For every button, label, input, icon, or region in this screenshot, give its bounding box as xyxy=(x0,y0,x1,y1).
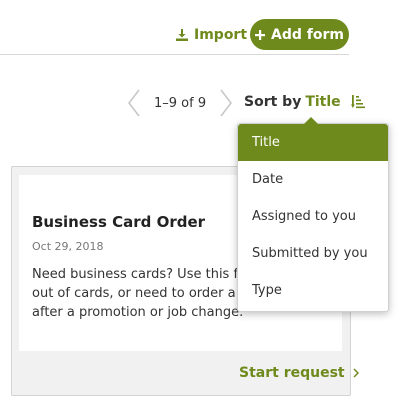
sort-option-title[interactable]: Title xyxy=(238,124,388,161)
pagination: 1–9 of 9 xyxy=(126,88,234,118)
sort-option-type[interactable]: Type xyxy=(238,272,388,309)
import-label: Import xyxy=(194,27,248,43)
sort-value[interactable]: Title xyxy=(305,94,340,110)
sort-ascending-icon[interactable] xyxy=(350,95,365,109)
add-form-label: Add form xyxy=(271,26,344,43)
sort-option-date[interactable]: Date xyxy=(238,161,388,198)
card-title[interactable]: Business Card Order xyxy=(32,213,205,231)
start-request-link[interactable]: Start request xyxy=(239,365,359,381)
header-divider xyxy=(0,54,349,55)
sort-dropdown-menu: Title Date Assigned to you Submitted by … xyxy=(237,117,389,312)
dropdown-pointer xyxy=(304,117,318,124)
plus-icon xyxy=(255,29,266,40)
pagination-range: 1–9 of 9 xyxy=(154,95,207,111)
chevron-right-icon[interactable] xyxy=(218,88,234,118)
chevron-left-icon[interactable] xyxy=(126,88,142,118)
sort-option-submitted-by-you[interactable]: Submitted by you xyxy=(238,235,388,272)
chevron-right-icon xyxy=(353,368,359,378)
sort-label: Sort by xyxy=(244,94,302,110)
card-date: Oct 29, 2018 xyxy=(32,240,104,253)
add-form-button[interactable]: Add form xyxy=(250,19,349,50)
start-request-label: Start request xyxy=(239,365,345,381)
sort-control[interactable]: Sort by Title xyxy=(244,92,365,112)
download-icon xyxy=(176,29,188,41)
import-button[interactable]: Import xyxy=(176,25,247,45)
sort-option-assigned-to-you[interactable]: Assigned to you xyxy=(238,198,388,235)
